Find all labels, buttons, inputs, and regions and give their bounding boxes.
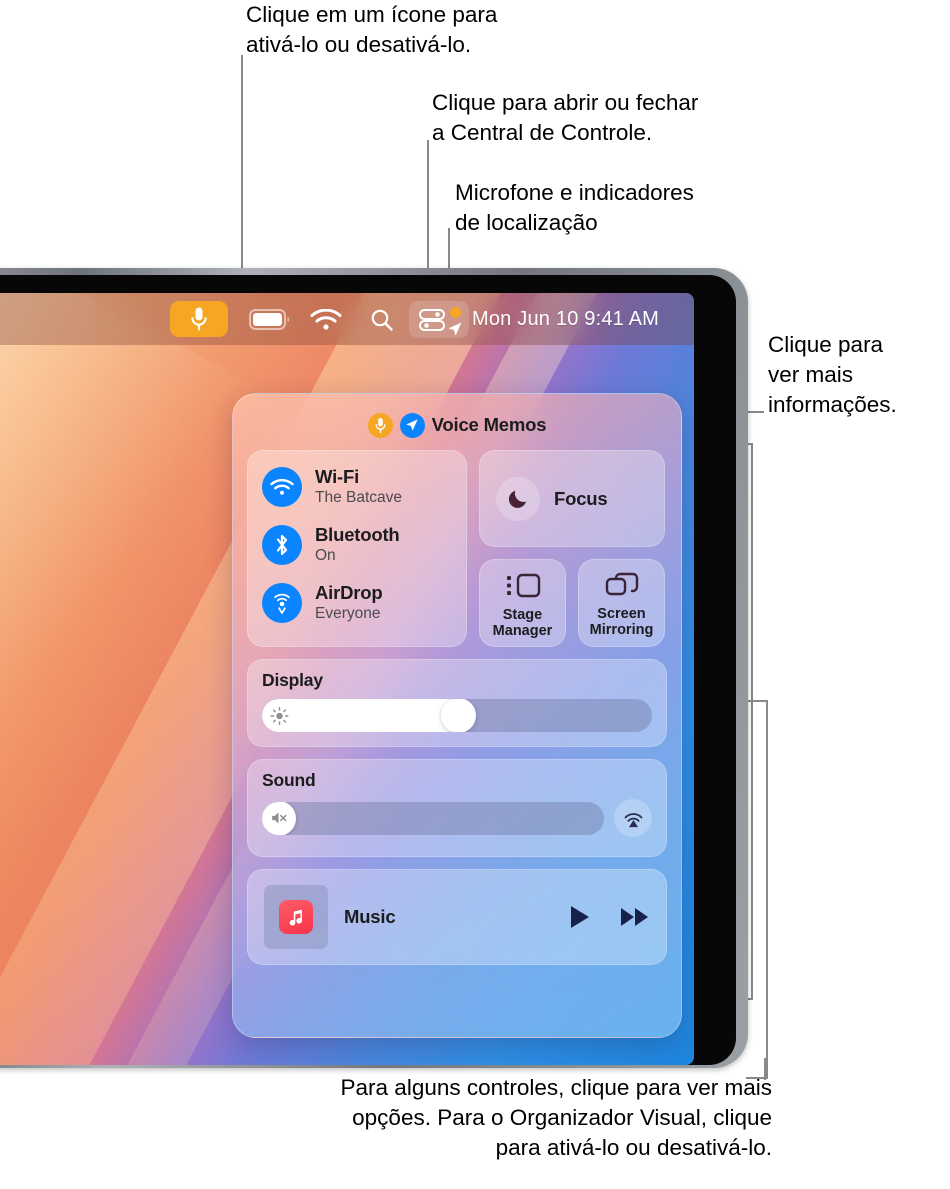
sound-row <box>262 799 652 837</box>
wifi-network-name: The Batcave <box>315 489 403 507</box>
location-indicator <box>399 412 425 438</box>
moon-icon <box>496 476 540 521</box>
bracket-more-options <box>746 700 768 1079</box>
status-app-label: Voice Memos <box>431 414 547 435</box>
display-label: Display <box>262 670 323 690</box>
location-arrow-icon <box>448 322 462 336</box>
mute-icon <box>272 812 287 824</box>
laptop-bezel-inner: Mon Jun 10 9:41 AM Voice Memos Wi-Fi The… <box>0 275 736 1065</box>
brightness-slider-knob[interactable] <box>440 699 476 732</box>
brightness-slider-fill <box>262 699 465 732</box>
connectivity-tile: Wi-Fi The Batcave Bluetooth On AirDrop E… <box>247 450 467 647</box>
screen-mirroring-label: Screen Mirroring <box>589 605 654 638</box>
microphone-icon <box>375 417 386 433</box>
brightness-slider[interactable] <box>262 699 652 732</box>
play-button[interactable] <box>568 904 592 930</box>
music-tile[interactable]: Music <box>247 869 667 965</box>
focus-label: Focus <box>554 487 608 509</box>
menu-bar-clock[interactable]: Mon Jun 10 9:41 AM <box>472 293 659 345</box>
laptop-bezel: Mon Jun 10 9:41 AM Voice Memos Wi-Fi The… <box>0 268 748 1068</box>
airdrop-title: AirDrop <box>315 582 383 604</box>
callout-more-info: Clique para ver mais informações. <box>768 332 897 417</box>
screen-mirroring-tile[interactable]: Screen Mirroring <box>578 559 665 647</box>
stage-manager-label: Stage Manager <box>492 606 553 639</box>
right-column: Focus Stage Manager Screen Mirroring <box>479 450 665 647</box>
microphone-indicator <box>367 412 393 438</box>
callout-indicators: Microfone e indicadores de localização <box>455 180 694 235</box>
focus-tile[interactable]: Focus <box>479 450 665 547</box>
fast-forward-icon <box>621 908 648 926</box>
music-app-icon <box>279 900 313 934</box>
album-artwork <box>264 885 328 949</box>
laptop-screen: Mon Jun 10 9:41 AM Voice Memos Wi-Fi The… <box>0 293 694 1065</box>
next-track-button[interactable] <box>620 906 650 928</box>
illustration-stage: Clique em um ícone para ativá-lo ou desa… <box>0 0 950 1189</box>
recording-indicator-dot <box>450 307 461 318</box>
wifi-icon[interactable] <box>310 308 342 331</box>
location-arrow-icon <box>406 419 418 431</box>
brightness-icon <box>270 706 289 725</box>
bluetooth-state: On <box>315 547 336 565</box>
sound-label: Sound <box>262 770 316 790</box>
leader-line-more-options-tail <box>764 1058 766 1080</box>
callout-more-options: Para alguns controles, clique para ver m… <box>340 1075 772 1160</box>
callout-icons-toggle: Clique em um ícone para ativá-lo ou desa… <box>246 2 498 57</box>
microphone-icon <box>191 307 207 331</box>
music-label: Music <box>344 906 396 927</box>
bluetooth-icon <box>262 525 302 565</box>
macbook-illustration: Mon Jun 10 9:41 AM Voice Memos Wi-Fi The… <box>0 268 748 1068</box>
microphone-in-use-badge[interactable] <box>170 301 228 337</box>
display-tile[interactable]: Display <box>247 659 667 747</box>
square-tiles-row: Stage Manager Screen Mirroring <box>479 559 665 647</box>
bluetooth-title: Bluetooth <box>315 524 400 546</box>
control-center-icon <box>419 309 445 331</box>
wifi-title: Wi-Fi <box>315 466 360 488</box>
control-center-status-row[interactable]: Voice Memos <box>247 408 667 442</box>
stage-manager-icon <box>506 573 540 597</box>
control-center-panel: Voice Memos Wi-Fi The Batcave Bluetooth … <box>232 393 682 1038</box>
airplay-audio-button[interactable] <box>614 799 652 837</box>
play-icon <box>571 906 589 928</box>
airdrop-icon <box>262 583 302 623</box>
music-note-icon <box>289 909 303 926</box>
screen-mirroring-icon <box>605 572 638 595</box>
search-icon[interactable] <box>370 308 394 332</box>
callout-open-close-control-center: Clique para abrir ou fechar a Central de… <box>432 90 699 145</box>
battery-icon[interactable] <box>249 309 291 330</box>
airdrop-row[interactable]: AirDrop Everyone <box>262 583 452 623</box>
wifi-row[interactable]: Wi-Fi The Batcave <box>262 467 452 507</box>
sound-tile[interactable]: Sound <box>247 759 667 857</box>
control-center-top-group: Wi-Fi The Batcave Bluetooth On AirDrop E… <box>247 450 667 647</box>
volume-slider[interactable] <box>262 801 604 835</box>
menu-bar: Mon Jun 10 9:41 AM <box>0 293 694 345</box>
stage-manager-tile[interactable]: Stage Manager <box>479 559 566 647</box>
wifi-icon <box>262 467 302 507</box>
bluetooth-row[interactable]: Bluetooth On <box>262 525 452 565</box>
airplay-audio-icon <box>624 812 642 827</box>
control-center-button[interactable] <box>409 301 469 338</box>
airdrop-visibility: Everyone <box>315 605 381 623</box>
